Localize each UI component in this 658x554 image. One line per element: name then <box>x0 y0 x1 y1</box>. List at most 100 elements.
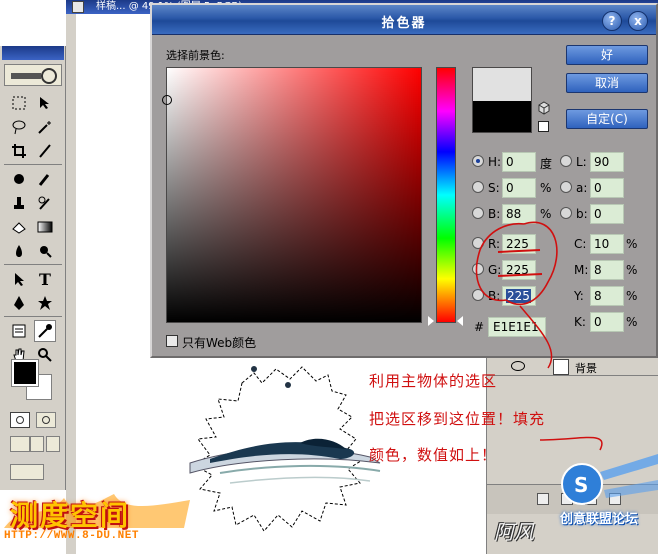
signature: 阿风 <box>494 520 534 544</box>
yellow-field[interactable]: 8 <box>590 286 624 306</box>
brush-tool-icon[interactable] <box>34 168 56 190</box>
magenta-unit: % <box>626 263 638 277</box>
red-radio[interactable] <box>472 237 484 249</box>
layer-thumbnail <box>553 359 569 375</box>
saturation-label: S: <box>488 181 500 195</box>
lab-b-field[interactable]: 0 <box>590 204 624 224</box>
eraser-tool-icon[interactable] <box>8 216 30 238</box>
document-icon <box>72 1 84 13</box>
green-label: G: <box>488 263 502 277</box>
current-color-swatch[interactable] <box>473 101 531 132</box>
magic-wand-tool-icon[interactable] <box>34 116 56 138</box>
toolbox-divider <box>4 264 62 265</box>
magenta-label: M: <box>574 263 589 277</box>
color-picker-dialog: 拾色器 ? x 选择前景色: 好 取消 自定(C) H: 0 度 S: 0 % … <box>150 3 658 358</box>
saturation-radio[interactable] <box>472 181 484 193</box>
pen-tool-icon[interactable] <box>8 292 30 314</box>
web-safe-swatch[interactable] <box>538 121 549 132</box>
red-label: R: <box>488 237 501 251</box>
lab-a-radio[interactable] <box>560 181 572 193</box>
black-unit: % <box>626 315 638 329</box>
dodge-tool-icon[interactable] <box>34 240 56 262</box>
logo-left-url: HTTP://WWW.8-DU.NET <box>4 530 139 542</box>
hue-unit: 度 <box>540 157 553 171</box>
cyan-field[interactable]: 10 <box>590 234 624 254</box>
eyedropper-tool-icon[interactable] <box>34 320 56 342</box>
new-color-swatch <box>473 68 531 101</box>
logo-right-text: 创意联盟论坛 <box>559 512 638 527</box>
brightness-field[interactable]: 88 <box>502 204 536 224</box>
lasso-tool-icon[interactable] <box>8 116 30 138</box>
saturation-brightness-field[interactable] <box>162 67 422 323</box>
close-icon[interactable]: x <box>628 11 648 31</box>
foreground-color-swatch[interactable] <box>11 359 39 387</box>
hue-field[interactable]: 0 <box>502 152 536 172</box>
ok-button[interactable]: 好 <box>566 45 648 65</box>
move-tool-icon[interactable] <box>34 92 56 114</box>
out-of-gamut-cube-icon[interactable] <box>538 101 550 115</box>
hex-field[interactable]: E1E1E1 <box>488 317 546 337</box>
custom-button[interactable]: 自定(C) <box>566 109 648 129</box>
lab-l-field[interactable]: 90 <box>590 152 624 172</box>
hue-slider-right-arrow-icon[interactable] <box>457 316 463 326</box>
hue-slider[interactable] <box>436 67 456 323</box>
saturation-unit: % <box>540 181 552 195</box>
magenta-field[interactable]: 8 <box>590 260 624 280</box>
web-colors-only-checkbox[interactable] <box>166 335 178 347</box>
dialog-titlebar[interactable]: 拾色器 ? x <box>152 5 656 35</box>
hue-slider-left-arrow-icon[interactable] <box>428 316 434 326</box>
site-logo-right: S 创意联盟论坛 <box>540 450 658 554</box>
blue-field[interactable]: 225 <box>502 286 536 306</box>
quick-mask-mode-button[interactable] <box>36 412 56 428</box>
crop-tool-icon[interactable] <box>8 140 30 162</box>
shape-tool-icon[interactable] <box>34 292 56 314</box>
slice-tool-icon[interactable] <box>34 140 56 162</box>
screen-mode-full-menu-button[interactable] <box>30 436 44 452</box>
blue-label: B: <box>488 289 501 303</box>
photoshop-logo-icon[interactable] <box>4 64 62 86</box>
logo-left-title: 测度空间 <box>10 499 131 532</box>
blue-radio[interactable] <box>472 289 484 301</box>
red-field[interactable]: 225 <box>502 234 536 254</box>
lab-l-label: L: <box>576 155 587 169</box>
marquee-tool-icon[interactable] <box>8 92 30 114</box>
color-preview <box>472 67 532 133</box>
canvas-document[interactable] <box>76 14 156 554</box>
layer-name: 背景 <box>575 362 597 375</box>
notes-tool-icon[interactable] <box>8 320 30 342</box>
lab-a-field[interactable]: 0 <box>590 178 624 198</box>
black-label: K: <box>574 315 586 329</box>
lab-b-radio[interactable] <box>560 207 572 219</box>
visibility-eye-icon[interactable] <box>511 361 525 371</box>
standard-mode-button[interactable] <box>10 412 30 428</box>
blur-tool-icon[interactable] <box>8 240 30 262</box>
gradient-tool-icon[interactable] <box>34 216 56 238</box>
color-field-cursor[interactable] <box>162 95 172 105</box>
brightness-radio[interactable] <box>472 207 484 219</box>
annotation-line-1: 利用主物体的选区 <box>369 372 498 390</box>
history-brush-tool-icon[interactable] <box>34 192 56 214</box>
jump-to-imageready-button[interactable] <box>10 464 44 480</box>
clone-stamp-tool-icon[interactable] <box>8 192 30 214</box>
saturation-field[interactable]: 0 <box>502 178 536 198</box>
screen-mode-full-button[interactable] <box>46 436 60 452</box>
black-field[interactable]: 0 <box>590 312 624 332</box>
path-selection-tool-icon[interactable] <box>8 268 30 290</box>
yellow-unit: % <box>626 289 638 303</box>
green-radio[interactable] <box>472 263 484 275</box>
cancel-button[interactable]: 取消 <box>566 73 648 93</box>
toolbox-header[interactable] <box>2 46 64 60</box>
type-tool-icon[interactable]: T <box>34 268 56 290</box>
layer-row[interactable]: 背景 <box>487 358 658 376</box>
yellow-label: Y: <box>574 289 584 303</box>
hex-label: # <box>474 320 485 334</box>
cyan-unit: % <box>626 237 638 251</box>
lab-l-radio[interactable] <box>560 155 572 167</box>
annotation-line-3: 颜色，数值如上！ <box>369 446 498 464</box>
help-icon[interactable]: ? <box>602 11 622 31</box>
hue-radio[interactable] <box>472 155 484 167</box>
green-field[interactable]: 225 <box>502 260 536 280</box>
healing-brush-tool-icon[interactable] <box>8 168 30 190</box>
web-colors-only-label: 只有Web颜色 <box>182 336 257 350</box>
screen-mode-standard-button[interactable] <box>10 436 30 452</box>
